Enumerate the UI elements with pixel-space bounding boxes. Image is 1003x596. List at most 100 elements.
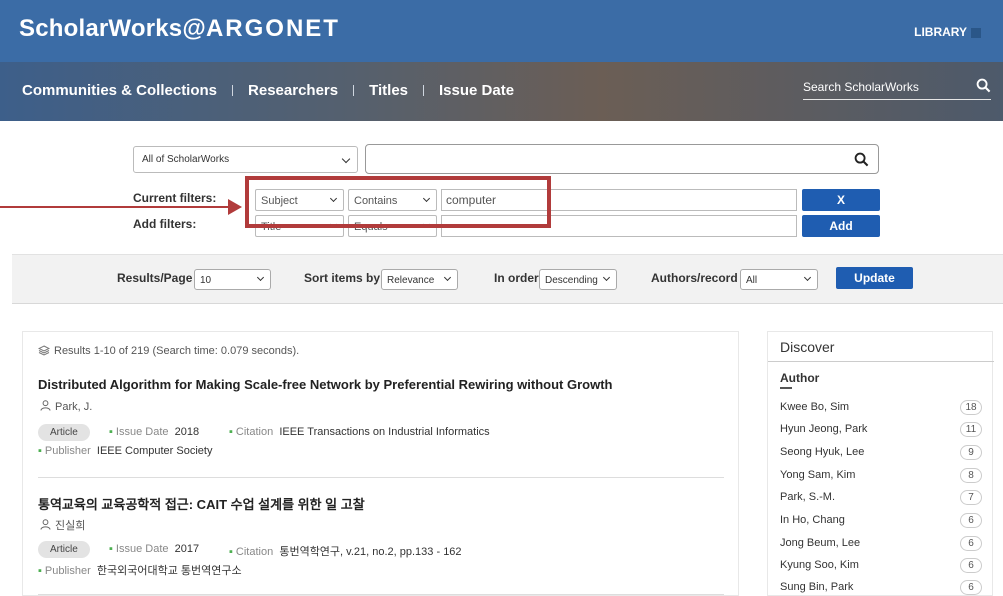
facet-count-badge: 7 xyxy=(960,490,982,505)
result-type-badge: Article xyxy=(38,424,90,441)
remove-filter-button[interactable]: X xyxy=(802,189,880,211)
result-title-link[interactable]: Distributed Algorithm for Making Scale-f… xyxy=(38,377,612,392)
query-input[interactable] xyxy=(365,144,879,174)
facet-author-name: Park, S.-M. xyxy=(780,491,836,503)
authors-record-label: Authors/record xyxy=(651,271,738,285)
library-label: LIBRARY xyxy=(914,25,967,39)
search-icon[interactable] xyxy=(854,152,869,172)
order-label: In order xyxy=(494,271,539,285)
result-divider xyxy=(38,594,724,595)
result-issue-date: ▪ Issue Date 2017 xyxy=(109,543,199,555)
facet-author-item[interactable]: Sung Bin, Park 6 xyxy=(780,578,982,596)
logo-text: ScholarWorks@ xyxy=(19,15,206,42)
results-per-page-select[interactable]: 10 xyxy=(194,269,271,290)
facet-count-badge: 11 xyxy=(960,422,982,437)
facet-author-name: Yong Sam, Kim xyxy=(780,469,856,481)
facet-author-item[interactable]: Yong Sam, Kim 8 xyxy=(780,466,982,486)
authors-record-select[interactable]: All xyxy=(740,269,818,290)
search-icon[interactable] xyxy=(976,78,991,98)
chevron-down-icon xyxy=(602,273,611,282)
facet-underline xyxy=(780,387,792,389)
publisher-value: 한국외국어대학교 통번역연구소 xyxy=(96,565,242,577)
library-link[interactable]: LIBRARY xyxy=(914,25,981,39)
results-options-bar: Results/Page 10 Sort items by Relevance … xyxy=(12,254,1003,304)
site-header: ScholarWorks@ARGONET LIBRARY Communities… xyxy=(0,0,1003,121)
facet-author-name: Hyun Jeong, Park xyxy=(780,423,868,435)
result-type-badge: Article xyxy=(38,541,90,558)
library-icon xyxy=(971,27,981,38)
result-publisher: ▪ Publisher 한국외국어대학교 통번역연구소 xyxy=(38,562,242,578)
add-filters-label: Add filters: xyxy=(133,217,197,231)
discover-panel: Discover Author Kwee Bo, Sim 18 Hyun Jeo… xyxy=(767,331,994,596)
facet-count-badge: 8 xyxy=(960,468,982,483)
publisher-key: Publisher xyxy=(44,565,91,577)
facet-count-badge: 18 xyxy=(960,400,982,415)
facet-author-item[interactable]: Kyung Soo, Kim 6 xyxy=(780,556,982,576)
sort-select[interactable]: Relevance xyxy=(381,269,458,290)
results-per-page-value: 10 xyxy=(200,275,212,286)
facet-author-item[interactable]: Hyun Jeong, Park 11 xyxy=(780,420,982,440)
order-value: Descending xyxy=(545,275,598,286)
bullet-icon: ▪ xyxy=(38,445,42,457)
chevron-down-icon xyxy=(803,273,812,282)
order-select[interactable]: Descending xyxy=(539,269,617,290)
facet-count-badge: 6 xyxy=(960,513,982,528)
facet-author-item[interactable]: Kwee Bo, Sim 18 xyxy=(780,398,982,418)
bullet-icon: ▪ xyxy=(229,546,233,558)
person-icon xyxy=(40,519,51,530)
scope-select[interactable]: All of ScholarWorks xyxy=(133,146,358,173)
facet-author-name: Jong Beum, Lee xyxy=(780,537,861,549)
chevron-down-icon xyxy=(256,273,265,282)
facet-author-name: Sung Bin, Park xyxy=(780,581,854,593)
facet-author-name: In Ho, Chang xyxy=(780,514,845,526)
main-nav: Communities & Collections Researchers Ti… xyxy=(22,82,514,99)
result-citation: ▪ Citation 통번역학연구, v.21, no.2, pp.133 - 1… xyxy=(229,543,462,559)
result-author-name: 진실희 xyxy=(55,520,86,532)
facet-author-item[interactable]: Jong Beum, Lee 6 xyxy=(780,534,982,554)
issue-date-value: 2017 xyxy=(174,543,200,555)
result-publisher: ▪ Publisher IEEE Computer Society xyxy=(38,445,212,457)
scope-select-value: All of ScholarWorks xyxy=(142,154,230,165)
results-panel: Results 1-10 of 219 (Search time: 0.079 … xyxy=(22,331,739,596)
sort-value: Relevance xyxy=(387,275,435,286)
result-divider xyxy=(38,477,724,478)
site-logo[interactable]: ScholarWorks@ARGONET xyxy=(19,15,340,43)
result-author[interactable]: 진실희 xyxy=(40,517,85,533)
annotation-arrow-line xyxy=(0,206,228,208)
page: ScholarWorks@ARGONET LIBRARY Communities… xyxy=(0,0,1003,596)
discover-title: Discover xyxy=(780,339,835,355)
issue-date-value: 2018 xyxy=(174,426,200,438)
facet-author-name: Kwee Bo, Sim xyxy=(780,401,850,413)
nav-item-issue-date[interactable]: Issue Date xyxy=(439,82,514,99)
result-title-link[interactable]: 통역교육의 교육공학적 접근: CAIT 수업 설계를 위한 일 고찰 xyxy=(38,494,365,513)
nav-item-communities[interactable]: Communities & Collections xyxy=(22,82,217,99)
facet-author-name: Kyung Soo, Kim xyxy=(780,559,859,571)
nav-item-researchers[interactable]: Researchers xyxy=(248,82,338,99)
result-author-name: Park, J. xyxy=(55,401,93,413)
citation-key: Citation xyxy=(235,426,274,438)
logo-argonet: ARGONET xyxy=(205,15,340,42)
facet-count-badge: 6 xyxy=(960,558,982,573)
facet-title-author: Author xyxy=(780,371,820,385)
result-citation: ▪ Citation IEEE Transactions on Industria… xyxy=(229,426,490,438)
citation-value: 통번역학연구, v.21, no.2, pp.133 - 162 xyxy=(279,546,462,558)
chevron-down-icon xyxy=(341,154,351,164)
bullet-icon: ▪ xyxy=(38,565,42,577)
facet-author-item[interactable]: In Ho, Chang 6 xyxy=(780,511,982,531)
issue-date-key: Issue Date xyxy=(115,543,169,555)
annotation-arrow-head xyxy=(228,199,242,215)
facet-author-item[interactable]: Park, S.-M. 7 xyxy=(780,488,982,508)
nav-item-titles[interactable]: Titles xyxy=(369,82,408,99)
add-filter-button[interactable]: Add xyxy=(802,215,880,237)
results-per-page-label: Results/Page xyxy=(117,271,193,285)
issue-date-key: Issue Date xyxy=(115,426,169,438)
publisher-value: IEEE Computer Society xyxy=(96,445,213,457)
update-button[interactable]: Update xyxy=(836,267,913,289)
sort-label: Sort items by xyxy=(304,271,381,285)
result-author[interactable]: Park, J. xyxy=(40,400,92,413)
facet-count-badge: 9 xyxy=(960,445,982,460)
discover-divider xyxy=(768,361,994,362)
publisher-key: Publisher xyxy=(44,445,91,457)
header-search-input[interactable]: Search ScholarWorks xyxy=(803,78,991,100)
facet-author-item[interactable]: Seong Hyuk, Lee 9 xyxy=(780,443,982,463)
